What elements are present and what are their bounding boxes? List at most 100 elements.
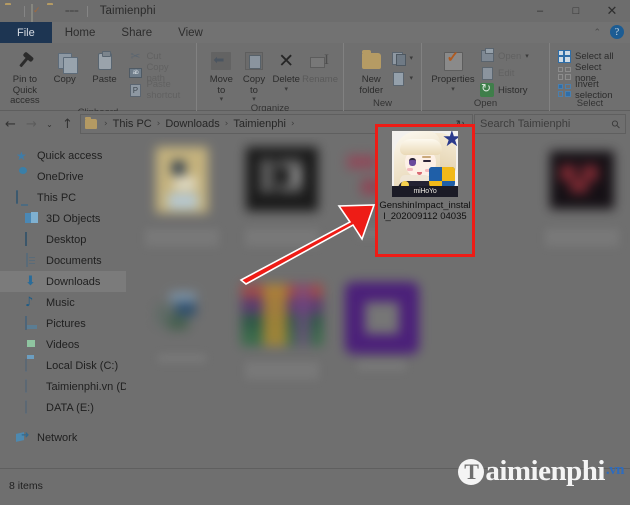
list-item[interactable] [332,274,432,407]
breadcrumb-this-pc[interactable]: This PC [113,118,152,130]
properties-button[interactable]: Properties ▾ [430,47,476,93]
ribbon-group-new: New folder ▾ ▾ New [344,43,422,111]
history-button[interactable]: History [480,81,532,98]
customize-dropdown-icon[interactable]: ⩶ [63,6,81,16]
star-icon: ★ [16,148,27,163]
sidebar-item-network[interactable]: Network [0,427,126,448]
list-item[interactable] [232,141,332,274]
open-icon [480,48,494,63]
sidebar-item-pictures[interactable]: Pictures [0,313,126,334]
sidebar-item-quick-access[interactable]: ★ Quick access [0,145,126,166]
breadcrumb-separator: › [224,119,229,129]
move-to-icon [208,49,234,73]
select-all-icon [557,49,571,63]
close-button[interactable]: ✕ [594,0,630,22]
sidebar-item-data-e[interactable]: DATA (E:) [0,397,126,418]
paste-clipboard-icon [92,49,118,73]
move-to-button[interactable]: Move to ▾ [205,47,238,103]
paste-button[interactable]: Paste [85,47,125,86]
videos-icon [25,338,40,352]
ribbon-group-clipboard: Pin to Quick access Copy Paste ✂ Cut ab … [0,43,197,118]
back-button[interactable]: ← [0,111,21,137]
explorer-body: ★ Quick access OneDrive This PC 3D Objec… [0,137,630,468]
sidebar-item-3d-objects[interactable]: 3D Objects [0,208,126,229]
documents-icon [25,252,40,268]
sidebar-item-local-disk-c[interactable]: Local Disk (C:) [0,355,126,376]
copy-button[interactable]: Copy [45,47,85,86]
sidebar-item-this-pc[interactable]: This PC [0,187,126,208]
list-item[interactable] [232,274,332,407]
new-item-icon [391,51,406,66]
chevron-down-icon[interactable]: ▾ [409,55,413,62]
3d-objects-icon [25,212,40,226]
sidebar-item-onedrive[interactable]: OneDrive [0,166,126,187]
minimize-button[interactable]: – [522,0,558,22]
chevron-down-icon[interactable]: ▾ [220,96,224,103]
file-label [158,354,206,363]
properties-icon[interactable] [31,3,44,23]
sidebar-item-taimienphi-d[interactable]: Taimienphi.vn (D:) [0,376,126,397]
pin-to-quick-access-button[interactable]: Pin to Quick access [5,47,45,107]
scissors-icon: ✂ [130,49,141,63]
paste-shortcut-button[interactable]: P Paste shortcut [128,79,191,101]
chevron-down-icon[interactable]: ▾ [284,86,288,93]
select-none-icon [557,66,571,80]
history-icon [480,81,494,97]
folder-icon[interactable] [47,5,60,18]
breadcrumb-downloads[interactable]: Downloads [165,118,219,130]
disk-icon [25,378,40,394]
new-folder-button[interactable]: New folder [354,47,388,96]
breadcrumb-separator: › [290,119,295,129]
chevron-down-icon[interactable]: ▾ [451,86,455,93]
recent-locations-icon[interactable]: ⌄ [42,111,57,137]
chevron-up-icon[interactable]: ⌃ [593,27,601,38]
list-item[interactable] [532,141,630,274]
properties-icon [440,49,466,73]
ribbon: Pin to Quick access Copy Paste ✂ Cut ab … [0,43,630,118]
file-explorer-window: ⩶ Taimienphi – □ ✕ File Home Share View … [0,0,630,505]
chevron-down-icon[interactable]: ▾ [252,96,256,103]
copy-to-icon [241,49,267,73]
file-label [545,229,619,247]
forward-button[interactable]: → [21,111,42,137]
maximize-button[interactable]: □ [558,0,594,22]
chevron-down-icon[interactable]: ▾ [409,75,413,82]
sidebar-item-music[interactable]: ♪ Music [0,292,126,313]
list-item[interactable] [132,141,232,274]
list-item[interactable] [132,274,232,407]
delete-button[interactable]: ✕ Delete ▾ [270,47,302,93]
folder-icon[interactable] [5,5,18,18]
rename-button[interactable]: Rename [302,47,338,86]
chevron-down-icon[interactable]: ▾ [525,53,529,60]
invert-selection-button[interactable]: Invert selection [557,79,625,101]
breadcrumb-separator: › [104,119,108,129]
copy-icon [52,49,78,74]
sidebar-item-desktop[interactable]: Desktop [0,229,126,250]
divider [86,5,88,17]
search-input[interactable]: Search Taimienphi ⚲ [474,114,626,134]
ribbon-group-label: Select [576,98,604,109]
new-item-button[interactable]: ▾ [391,50,416,66]
help-icon[interactable]: ? [610,25,624,39]
watermark-logo: T aimienphi .vn [458,457,625,486]
selected-file-item[interactable]: miHoYo GenshinImpact_install_202009112 0… [375,124,475,257]
tab-view[interactable]: View [165,22,216,43]
sidebar-item-downloads[interactable]: ⬇ Downloads [0,271,126,292]
downloads-icon: ⬇ [25,273,36,289]
tab-home[interactable]: Home [52,22,109,43]
open-button[interactable]: Open ▾ [480,48,532,64]
breadcrumb-taimienphi[interactable]: Taimienphi [233,118,286,130]
copy-to-button[interactable]: Copy to ▾ [238,47,271,103]
up-button[interactable]: ↑ [57,111,78,137]
desktop-icon [25,231,40,247]
sidebar-item-documents[interactable]: Documents [0,250,126,271]
tab-share[interactable]: Share [108,22,165,43]
tab-file[interactable]: File [0,22,52,43]
ribbon-group-label: Open [473,98,498,109]
window-title: Taimienphi [99,5,156,17]
easy-access-button[interactable]: ▾ [391,70,416,86]
file-thumbnail [156,292,208,338]
sidebar-item-videos[interactable]: Videos [0,334,126,355]
edit-button[interactable]: Edit [480,65,532,81]
file-label [145,229,219,247]
